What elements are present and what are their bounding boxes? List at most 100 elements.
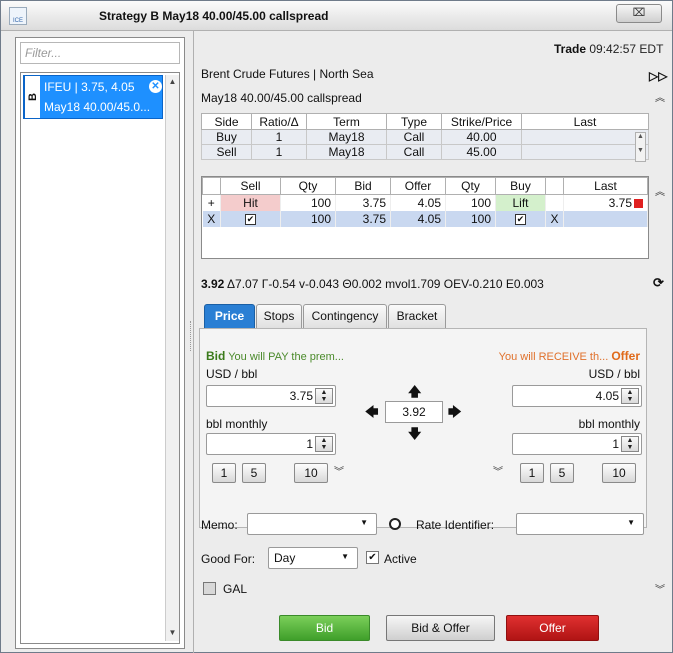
offer-qty: 100 (445, 210, 496, 227)
gal-label: GAL (223, 582, 248, 596)
quotes-table: Sell Qty Bid Offer Qty Buy Last + Hit 10… (202, 177, 648, 227)
table-row[interactable]: X ✔ 100 3.75 4.05 100 ✔ X (202, 210, 648, 227)
strategy-name: May18 40.00/45.00 callspread (201, 91, 362, 105)
ice-logo-icon: ICE (9, 7, 27, 25)
col-bid: Bid (335, 177, 391, 195)
add-row-icon[interactable]: + (202, 194, 221, 211)
expand-bid-icon[interactable]: ︾ (334, 463, 344, 478)
side-badge: B (24, 76, 40, 118)
bid-qty-stepper[interactable]: 1 ▲ ▼ (206, 433, 336, 455)
mid-price-field[interactable]: 3.92 (385, 401, 443, 423)
buy-checkbox[interactable]: ✔ (515, 213, 526, 225)
bid-qty-10-button[interactable]: 10 (294, 463, 328, 483)
offer-qty-1-button[interactable]: 1 (520, 463, 544, 483)
trade-label: Trade (554, 42, 587, 56)
col-qty2: Qty (445, 177, 496, 195)
updown-icon[interactable]: ▲ ▼ (621, 436, 639, 452)
updown-icon[interactable]: ▲ ▼ (315, 436, 333, 452)
col-last: Last (521, 113, 649, 130)
greeks-values: Δ7.07 Γ-0.54 v-0.043 Θ0.002 mvol1.709 OE… (227, 277, 544, 291)
good-for-dropdown[interactable]: Day ▼ (268, 547, 358, 569)
leg-term: May18 (306, 129, 387, 145)
leg-ratio: 1 (251, 144, 307, 160)
gal-checkbox[interactable] (203, 582, 216, 595)
bid-qty-unit: bbl monthly (206, 417, 268, 431)
updown-icon[interactable]: ▲ ▼ (315, 388, 333, 404)
arrow-right-icon[interactable]: 🡆 (448, 403, 461, 425)
table-row[interactable]: Sell 1 May18 Call 45.00 (201, 144, 649, 160)
bid-header: Bid You will PAY the prem... (206, 349, 344, 363)
offer-header: You will RECEIVE th... Offer (499, 349, 640, 363)
last-indicator-icon (634, 199, 643, 209)
trade-status: Trade 09:42:57 EDT (554, 42, 663, 56)
leg-strike: 45.00 (441, 144, 522, 160)
col-buy: Buy (495, 177, 546, 195)
offer-qty-10-button[interactable]: 10 (602, 463, 636, 483)
remove-item-icon[interactable]: ✕ (149, 80, 162, 93)
greeks-line: 3.92 Δ7.07 Γ-0.54 v-0.043 Θ0.002 mvol1.7… (201, 277, 544, 291)
collapse-legs-icon[interactable]: ︽ (655, 89, 665, 104)
offer-button[interactable]: Offer (506, 615, 599, 641)
good-for-label: Good For: (201, 552, 256, 566)
bid-price-value: 3.75 (289, 389, 313, 403)
tab-bracket[interactable]: Bracket (388, 304, 446, 328)
offer-qty: 100 (445, 194, 496, 211)
col-type: Type (386, 113, 442, 130)
fast-forward-icon[interactable]: ▷▷ (649, 69, 667, 83)
list-item-strategy: May18 40.00/45.0... (44, 100, 151, 114)
buy-check-cell: ✔ (495, 210, 546, 227)
col-sell: Sell (220, 177, 281, 195)
table-row[interactable]: Buy 1 May18 Call 40.00 (201, 129, 649, 145)
legs-scrollbar[interactable]: ▲ ▼ (635, 132, 646, 162)
leg-type: Call (386, 129, 442, 145)
tab-contingency[interactable]: Contingency (303, 304, 387, 328)
tab-stops[interactable]: Stops (256, 304, 302, 328)
expand-options-icon[interactable]: ︾ (655, 581, 665, 596)
memo-radio[interactable] (389, 518, 401, 530)
list-item[interactable]: B IFEU | 3.75, 4.05 May18 40.00/45.0... … (23, 75, 163, 119)
bid-price-stepper[interactable]: 3.75 ▲ ▼ (206, 385, 336, 407)
offer-price-stepper[interactable]: 4.05 ▲ ▼ (512, 385, 642, 407)
bid-button[interactable]: Bid (279, 615, 370, 641)
memo-dropdown[interactable]: ▼ (247, 513, 377, 535)
arrow-down-icon[interactable]: 🡇 (408, 425, 421, 447)
quotes-panel: Sell Qty Bid Offer Qty Buy Last + Hit 10… (201, 176, 649, 259)
arrow-left-icon[interactable]: 🡄 (365, 403, 378, 425)
expand-offer-icon[interactable]: ︾ (493, 463, 503, 478)
memo-label: Memo: (201, 518, 238, 532)
offer-qty-stepper[interactable]: 1 ▲ ▼ (512, 433, 642, 455)
rate-identifier-dropdown[interactable]: ▼ (516, 513, 644, 535)
bid-qty-value: 1 (306, 437, 313, 451)
leg-last (521, 129, 649, 145)
updown-icon[interactable]: ▲ ▼ (621, 388, 639, 404)
scroll-up-icon[interactable]: ▲ (166, 75, 179, 89)
cancel-row-icon[interactable]: X (202, 210, 221, 227)
spacer (545, 194, 564, 211)
sell-check-cell: ✔ (220, 210, 281, 227)
scroll-down-icon[interactable]: ▼ (166, 626, 179, 640)
window-title: Strategy B May18 40.00/45.00 callspread (99, 9, 329, 23)
sell-checkbox[interactable]: ✔ (245, 213, 256, 225)
close-button[interactable]: ⌧ (616, 4, 662, 23)
leg-term: May18 (306, 144, 387, 160)
tab-price[interactable]: Price (204, 304, 255, 328)
market-name: Brent Crude Futures | North Sea (201, 67, 374, 81)
leg-ratio: 1 (251, 129, 307, 145)
refresh-icon[interactable]: ⟳ (653, 275, 664, 291)
offer-note: You will RECEIVE th... (498, 351, 609, 363)
row-x-icon[interactable]: X (545, 210, 564, 227)
offer-qty-unit: bbl monthly (578, 417, 640, 431)
lift-button[interactable]: Lift (495, 194, 546, 211)
leg-strike: 40.00 (441, 129, 522, 145)
rate-identifier-label: Rate Identifier: (416, 518, 495, 532)
bid-qty-1-button[interactable]: 1 (212, 463, 236, 483)
filter-input[interactable]: Filter... (20, 42, 180, 64)
active-checkbox[interactable]: ✔ (366, 551, 379, 564)
bid-qty-5-button[interactable]: 5 (242, 463, 266, 483)
hit-button[interactable]: Hit (220, 194, 281, 211)
collapse-quotes-icon[interactable]: ︽ (655, 183, 665, 198)
list-scrollbar[interactable]: ▲ ▼ (165, 75, 179, 641)
offer-qty-5-button[interactable]: 5 (550, 463, 574, 483)
bid-title: Bid (206, 349, 226, 363)
bid-and-offer-button[interactable]: Bid & Offer (386, 615, 495, 641)
